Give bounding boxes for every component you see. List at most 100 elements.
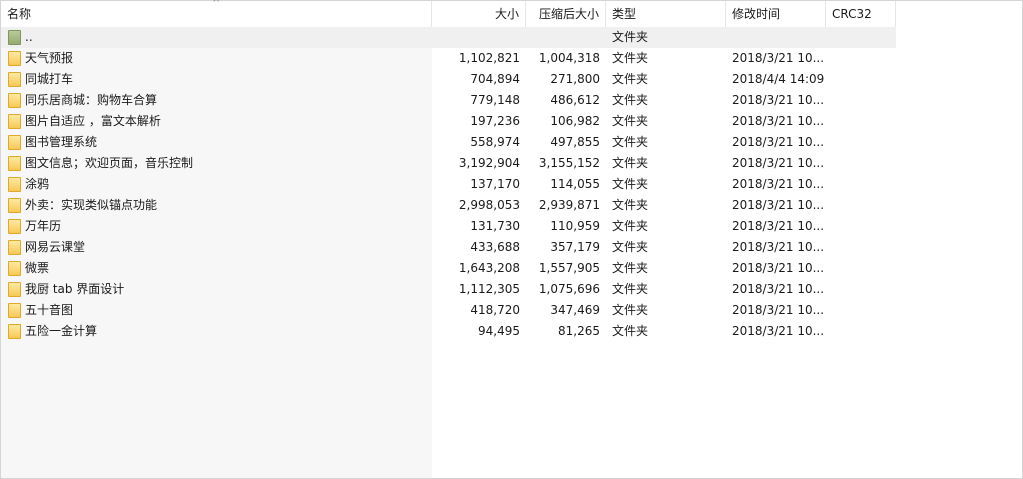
file-size: 1,643,208: [458, 261, 520, 275]
file-name: 我厨 tab 界面设计: [25, 282, 125, 296]
file-modified: 2018/3/21 10...: [732, 324, 825, 338]
table-row[interactable]: 网易云课堂 433,688 357,179 文件夹 2018/3/21 10...: [1, 237, 896, 258]
file-name: 图片自适应 ，富文本解析: [25, 114, 161, 128]
folder-icon: [8, 51, 21, 66]
header-type[interactable]: 类型: [606, 1, 726, 27]
file-crc32: [826, 69, 896, 90]
folder-icon: [8, 282, 21, 297]
header-crc32-label: CRC32: [832, 7, 872, 21]
file-packed-size: 271,800: [550, 72, 600, 86]
file-size: 3,192,904: [458, 156, 520, 170]
table-row[interactable]: 图文信息；欢迎页面，音乐控制 3,192,904 3,155,152 文件夹 2018/…: [1, 153, 896, 174]
file-crc32: [826, 48, 896, 69]
file-packed-size: 106,982: [550, 114, 600, 128]
table-row[interactable]: 五十音图 418,720 347,469 文件夹 2018/3/21 10...: [1, 300, 896, 321]
file-size: 197,236: [470, 114, 520, 128]
file-modified: 2018/3/21 10...: [732, 93, 825, 107]
table-row[interactable]: 五险一金计算 94,495 81,265 文件夹 2018/3/21 10...: [1, 321, 896, 342]
file-modified: 2018/3/21 10...: [732, 240, 825, 254]
file-type: 文件夹: [612, 135, 649, 149]
table-row[interactable]: 万年历 131,730 110,959 文件夹 2018/3/21 10...: [1, 216, 896, 237]
file-size: 94,495: [478, 324, 520, 338]
file-type: 文件夹: [612, 219, 649, 233]
folder-icon: [8, 303, 21, 318]
file-modified: 2018/3/21 10...: [732, 135, 825, 149]
file-packed-size: 2,939,871: [538, 198, 600, 212]
folder-icon: [8, 114, 21, 129]
parent-folder-icon: [8, 30, 21, 45]
file-crc32: [826, 174, 896, 195]
file-size: 131,730: [470, 219, 520, 233]
table-row[interactable]: 微票 1,643,208 1,557,905 文件夹 2018/3/21 10...: [1, 258, 896, 279]
table-row[interactable]: 涂鸦 137,170 114,055 文件夹 2018/3/21 10...: [1, 174, 896, 195]
file-name: 外卖：实现类似锚点功能: [25, 198, 158, 212]
folder-icon: [8, 198, 21, 213]
file-packed-size: 114,055: [550, 177, 600, 191]
table-row[interactable]: 同乐居商城：购物车合算 779,148 486,612 文件夹 2018/3/21 10…: [1, 90, 896, 111]
file-name: 同乐居商城：购物车合算: [25, 93, 158, 107]
file-name: 涂鸦: [25, 177, 50, 191]
parent-folder-row[interactable]: .. 文件夹: [1, 27, 896, 48]
table-row[interactable]: 图书管理系统 558,974 497,855 文件夹 2018/3/21 10...: [1, 132, 896, 153]
file-crc32: [826, 216, 896, 237]
file-modified: 2018/3/21 10...: [732, 282, 825, 296]
file-crc32: [826, 321, 896, 342]
header-packed-size-label: 压缩后大小: [538, 7, 599, 21]
file-size: 418,720: [470, 303, 520, 317]
file-packed-size: 1,004,318: [538, 51, 600, 65]
table-row[interactable]: 外卖：实现类似锚点功能 2,998,053 2,939,871 文件夹 2018/3/2…: [1, 195, 896, 216]
file-modified: 2018/3/21 10...: [732, 114, 825, 128]
file-crc32: [826, 258, 896, 279]
folder-icon: [8, 93, 21, 108]
file-type: 文件夹: [612, 261, 649, 275]
file-size: 137,170: [470, 177, 520, 191]
archive-file-list: 名称 ^ 大小 压缩后大小 类型 修改时间 CRC32 .. 文件夹 天气预报 1…: [0, 0, 1023, 479]
file-modified: 2018/3/21 10...: [732, 198, 825, 212]
file-size: 704,894: [470, 72, 520, 86]
file-size: 2,998,053: [458, 198, 520, 212]
file-type: 文件夹: [612, 93, 649, 107]
folder-icon: [8, 219, 21, 234]
folder-icon: [8, 156, 21, 171]
file-modified: 2018/3/21 10...: [732, 219, 825, 233]
file-crc32: [826, 279, 896, 300]
parent-folder-type: 文件夹: [612, 30, 649, 44]
header-packed-size[interactable]: 压缩后大小: [526, 1, 606, 27]
file-name: 网易云课堂: [25, 240, 86, 254]
file-packed-size: 497,855: [550, 135, 600, 149]
file-crc32: [826, 153, 896, 174]
file-packed-size: 81,265: [558, 324, 600, 338]
file-type: 文件夹: [612, 114, 649, 128]
file-name: 图文信息；欢迎页面，音乐控制: [25, 156, 194, 170]
file-modified: 2018/4/4 14:09: [732, 72, 825, 86]
table-row[interactable]: 天气预报 1,102,821 1,004,318 文件夹 2018/3/21 10...: [1, 48, 896, 69]
file-size: 1,102,821: [458, 51, 520, 65]
table-row[interactable]: 我厨 tab 界面设计 1,112,305 1,075,696 文件夹 2018/3/2…: [1, 279, 896, 300]
file-packed-size: 110,959: [550, 219, 600, 233]
header-size-label: 大小: [494, 7, 519, 21]
header-name-label: 名称: [7, 7, 32, 21]
folder-icon: [8, 261, 21, 276]
folder-icon: [8, 135, 21, 150]
file-modified: 2018/3/21 10...: [732, 177, 825, 191]
file-type: 文件夹: [612, 156, 649, 170]
file-name: 图书管理系统: [25, 135, 98, 149]
file-packed-size: 357,179: [550, 240, 600, 254]
folder-icon: [8, 72, 21, 87]
header-size[interactable]: 大小: [432, 1, 526, 27]
file-crc32: [826, 237, 896, 258]
header-modified[interactable]: 修改时间: [726, 1, 826, 27]
file-crc32: [826, 195, 896, 216]
file-size: 1,112,305: [458, 282, 520, 296]
file-name: 五十音图: [25, 303, 74, 317]
file-type: 文件夹: [612, 303, 649, 317]
sort-ascending-icon: ^: [212, 0, 221, 9]
file-type: 文件夹: [612, 51, 649, 65]
file-modified: 2018/3/21 10...: [732, 156, 825, 170]
header-crc32[interactable]: CRC32: [826, 1, 896, 27]
file-size: 433,688: [470, 240, 520, 254]
table-row[interactable]: 同城打车 704,894 271,800 文件夹 2018/4/4 14:09: [1, 69, 896, 90]
file-packed-size: 3,155,152: [538, 156, 600, 170]
table-row[interactable]: 图片自适应 ，富文本解析 197,236 106,982 文件夹 2018/3/21 1…: [1, 111, 896, 132]
file-type: 文件夹: [612, 72, 649, 86]
